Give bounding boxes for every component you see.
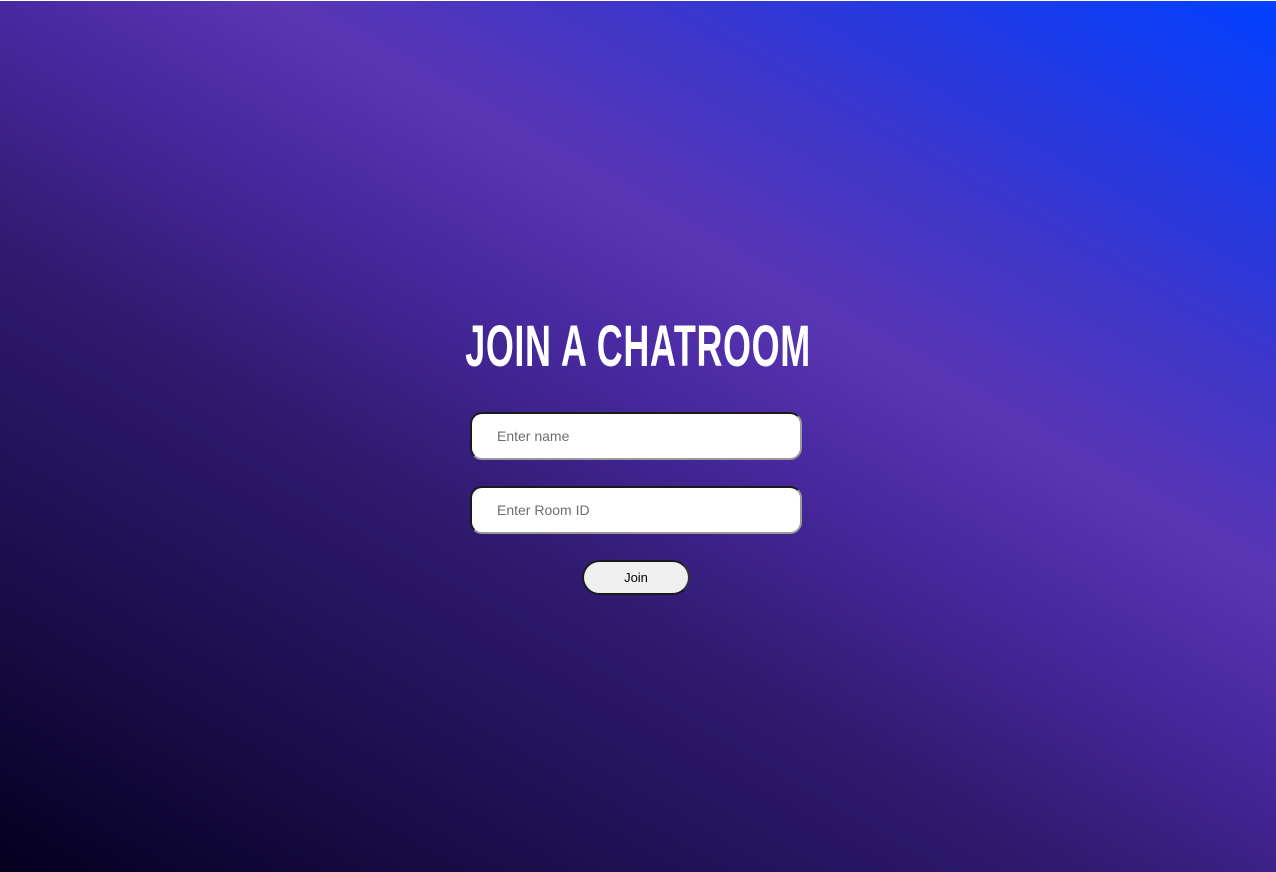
name-input[interactable]: [470, 412, 802, 460]
join-button[interactable]: Join: [582, 560, 690, 595]
room-id-input[interactable]: [470, 486, 802, 534]
page-title: JOIN A CHATROOM: [465, 314, 811, 379]
join-chatroom-page: JOIN A CHATROOM Join: [0, 0, 1276, 872]
